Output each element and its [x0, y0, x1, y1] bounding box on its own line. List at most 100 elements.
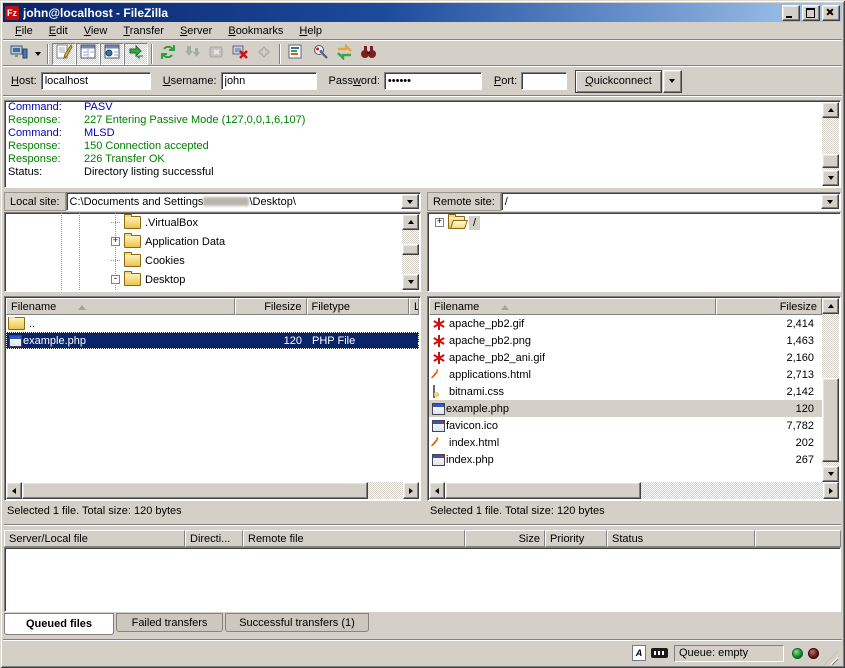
file-row-selected[interactable]: example.php120 — [429, 400, 822, 417]
resize-grip-icon[interactable] — [824, 651, 838, 665]
site-manager-button[interactable] — [7, 43, 31, 65]
queue-body[interactable] — [4, 547, 841, 612]
remote-site-combobox[interactable]: / — [501, 192, 841, 211]
log-scrollbar[interactable] — [822, 102, 839, 186]
queue-col-server-local-file[interactable]: Server/Local file — [4, 530, 185, 547]
tree-item-virtualbox[interactable]: .VirtualBox — [5, 213, 420, 232]
combo-dropdown-button[interactable] — [401, 194, 419, 209]
column-header-filename[interactable]: Filename — [429, 298, 716, 315]
scroll-up-button[interactable] — [822, 102, 839, 118]
queue-col-priority[interactable]: Priority — [545, 530, 607, 547]
compare-directories-button[interactable] — [308, 43, 332, 65]
tree-item-cookies[interactable]: Cookies — [5, 251, 420, 270]
local-site-combobox[interactable]: C:\Documents and Settings\Desktop\ — [66, 192, 421, 211]
tree-item-desktop[interactable]: - Desktop — [5, 270, 420, 289]
quickconnect-button[interactable]: Quickconnect — [575, 70, 662, 93]
splitter[interactable] — [4, 524, 841, 526]
file-row[interactable]: apache_pb2.png1,463 — [429, 332, 822, 349]
toggle-local-tree-button[interactable] — [76, 43, 100, 65]
site-manager-dropdown-button[interactable] — [31, 43, 44, 65]
menubar: File Edit View Transfer Server Bookmarks… — [3, 22, 842, 40]
remote-list-vscrollbar[interactable] — [822, 298, 839, 482]
tab-queued-files[interactable]: Queued files — [4, 613, 114, 635]
toggle-message-log-button[interactable] — [52, 43, 76, 65]
scroll-right-button[interactable] — [403, 482, 419, 499]
menu-edit[interactable]: Edit — [41, 23, 76, 39]
queue-col-direction[interactable]: Directi... — [185, 530, 243, 547]
collapse-icon[interactable]: - — [111, 275, 120, 284]
menu-help[interactable]: Help — [291, 23, 330, 39]
column-header-last-modified[interactable]: Last modified — [409, 298, 419, 315]
file-row-example-php[interactable]: example.php 120 PHP File 1 — [6, 332, 419, 349]
file-row[interactable]: bitnami.css2,142 — [429, 383, 822, 400]
quickconnect-dropdown-button[interactable] — [663, 70, 682, 93]
expand-icon[interactable]: + — [435, 218, 444, 227]
synchronized-browsing-button[interactable] — [332, 43, 356, 65]
menu-server[interactable]: Server — [172, 23, 220, 39]
scroll-thumb[interactable] — [822, 154, 839, 168]
tree-item-root[interactable]: + / — [428, 213, 840, 232]
sort-ascending-icon — [501, 301, 509, 310]
directory-listing-filters-button[interactable] — [284, 43, 308, 65]
maximize-button[interactable] — [802, 5, 820, 21]
local-tree-scrollbar[interactable] — [402, 214, 419, 290]
local-list-hscrollbar[interactable] — [6, 482, 419, 499]
host-input[interactable] — [41, 72, 151, 90]
menu-transfer[interactable]: Transfer — [115, 23, 172, 39]
scroll-up-button[interactable] — [402, 214, 419, 230]
tab-failed-transfers[interactable]: Failed transfers — [116, 613, 223, 632]
arrow-up-icon — [408, 217, 414, 224]
column-header-filesize[interactable]: Filesize — [716, 298, 822, 315]
refresh-button[interactable] — [156, 43, 180, 65]
disconnect-button[interactable] — [228, 43, 252, 65]
reconnect-button[interactable] — [252, 43, 276, 65]
close-button[interactable] — [822, 5, 840, 21]
scroll-down-button[interactable] — [822, 170, 839, 186]
file-row[interactable]: apache_pb2.gif2,414 — [429, 315, 822, 332]
scroll-down-button[interactable] — [822, 466, 839, 482]
scroll-thumb[interactable] — [822, 378, 839, 462]
column-header-filetype[interactable]: Filetype — [307, 298, 410, 315]
menu-view[interactable]: View — [76, 23, 116, 39]
find-files-button[interactable] — [356, 43, 380, 65]
toolbar — [3, 42, 842, 66]
sort-ascending-icon — [78, 301, 86, 310]
scroll-up-button[interactable] — [822, 298, 839, 314]
file-row[interactable]: index.html202 — [429, 434, 822, 451]
file-row-parent-directory[interactable]: .. — [6, 315, 419, 332]
toggle-transfer-queue-button[interactable] — [124, 43, 148, 65]
minimize-button[interactable] — [782, 5, 800, 21]
expand-icon[interactable]: + — [111, 237, 120, 246]
scroll-thumb[interactable] — [22, 482, 368, 499]
combo-dropdown-button[interactable] — [821, 194, 839, 209]
scroll-down-button[interactable] — [402, 274, 419, 290]
file-row[interactable]: applications.html2,713 — [429, 366, 822, 383]
scroll-thumb[interactable] — [402, 244, 419, 255]
cancel-operation-button[interactable] — [204, 43, 228, 65]
column-header-filesize[interactable]: Filesize — [235, 298, 307, 315]
tree-item-application-data[interactable]: + Application Data — [5, 232, 420, 251]
file-row[interactable]: favicon.ico7,782 — [429, 417, 822, 434]
file-row[interactable]: index.php267 — [429, 451, 822, 468]
toggle-remote-tree-button[interactable] — [100, 43, 124, 65]
password-input[interactable] — [384, 72, 482, 90]
port-input[interactable] — [521, 72, 567, 90]
scroll-right-button[interactable] — [823, 482, 839, 499]
tab-successful-transfers[interactable]: Successful transfers (1) — [225, 613, 369, 632]
local-path-prefix: C:\Documents and Settings — [70, 196, 204, 208]
scroll-thumb[interactable] — [445, 482, 641, 499]
queue-col-size[interactable]: Size — [465, 530, 545, 547]
folder-icon — [124, 216, 141, 229]
column-header-filename[interactable]: Filename — [6, 298, 235, 315]
scroll-left-button[interactable] — [6, 482, 22, 499]
menu-file[interactable]: File — [7, 23, 41, 39]
speed-limits-icon[interactable] — [651, 648, 668, 658]
file-row[interactable]: apache_pb2_ani.gif2,160 — [429, 349, 822, 366]
scroll-left-button[interactable] — [429, 482, 445, 499]
username-input[interactable] — [221, 72, 317, 90]
queue-col-remote-file[interactable]: Remote file — [243, 530, 465, 547]
menu-bookmarks[interactable]: Bookmarks — [220, 23, 291, 39]
queue-col-status[interactable]: Status — [607, 530, 755, 547]
process-queue-button[interactable] — [180, 43, 204, 65]
remote-list-hscrollbar[interactable] — [429, 482, 839, 499]
